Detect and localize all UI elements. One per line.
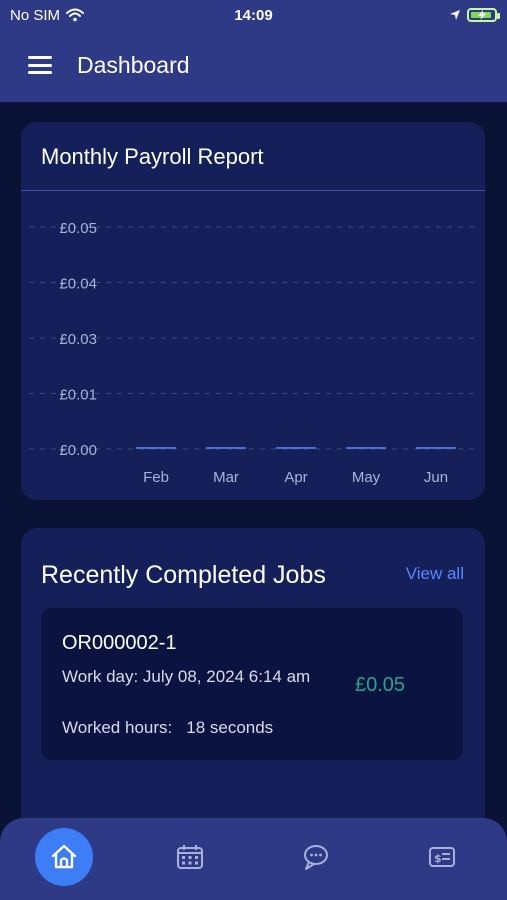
- chat-icon: [304, 845, 328, 870]
- svg-text:$: $: [434, 852, 442, 865]
- x-tick-label: May: [352, 469, 381, 486]
- hamburger-menu-icon[interactable]: [28, 56, 52, 74]
- x-tick-label: Mar: [213, 469, 239, 486]
- bar: [276, 447, 316, 449]
- nav-bar: Dashboard: [0, 38, 507, 92]
- view-all-link[interactable]: View all: [406, 564, 464, 584]
- recent-jobs-title: Recently Completed Jobs: [41, 561, 326, 589]
- tab-messages[interactable]: [287, 828, 345, 886]
- status-time: 14:09: [234, 6, 273, 24]
- payroll-chart-card: Monthly Payroll Report £0.00 £0.01 £0.03 £0…: [21, 122, 485, 500]
- y-tick-label: £0.05: [59, 220, 97, 237]
- page-title: Dashboard: [77, 51, 190, 78]
- x-tick-label: Apr: [284, 469, 307, 486]
- tab-payslips[interactable]: $: [413, 828, 471, 886]
- top-bar: No SIM 14:09 Dashboard: [0, 0, 507, 102]
- job-amount: £0.05: [355, 674, 406, 696]
- calendar-icon: [177, 845, 203, 869]
- bar: [206, 447, 246, 449]
- y-tick-label: £0.00: [59, 442, 97, 459]
- home-icon: [51, 844, 77, 869]
- recent-jobs-card: Recently Completed Jobs View all OR00000…: [21, 528, 485, 848]
- tab-home[interactable]: [35, 828, 93, 886]
- tab-calendar[interactable]: [161, 828, 219, 886]
- y-tick-label: £0.01: [59, 387, 97, 404]
- bar: [416, 447, 456, 449]
- battery-icon: [467, 8, 500, 22]
- job-id: OR000002-1: [62, 632, 177, 654]
- bar: [346, 447, 386, 449]
- bottom-tab-bar: $: [0, 818, 507, 900]
- x-tick-label: Feb: [143, 469, 169, 486]
- worked-hours-label: Worked hours:: [62, 718, 173, 737]
- x-tick-label: Jun: [424, 469, 448, 486]
- job-worked-hours: Worked hours: 18 seconds: [62, 718, 273, 738]
- y-tick-label: £0.04: [59, 276, 97, 293]
- job-list-item[interactable]: OR000002-1 Work day: July 08, 2024 6:14 …: [41, 608, 463, 760]
- status-bar: No SIM 14:09: [0, 0, 507, 30]
- payslip-icon: $: [429, 847, 455, 867]
- job-work-day: Work day: July 08, 2024 6:14 am: [62, 667, 311, 686]
- payroll-bar-chart: £0.00 £0.01 £0.03 £0.04 £0.05 Feb Mar Apr May Jun…: [29, 220, 476, 486]
- worked-hours-value: 18 seconds: [186, 718, 274, 737]
- y-tick-label: £0.03: [59, 331, 97, 348]
- app-screen: No SIM 14:09 Dashboard Monthly Payroll R…: [0, 0, 507, 900]
- bar: [136, 447, 176, 449]
